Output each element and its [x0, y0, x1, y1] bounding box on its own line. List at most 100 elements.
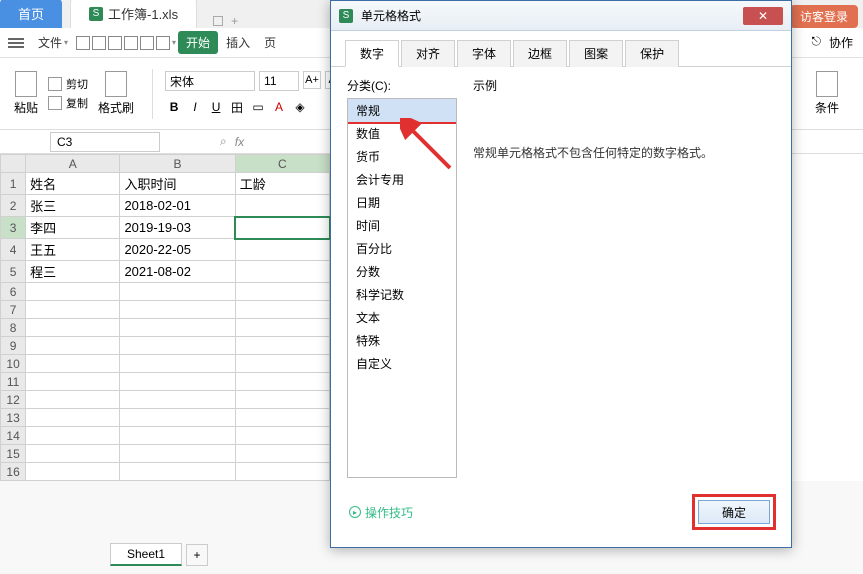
name-box[interactable]: C3 [50, 132, 160, 152]
cell[interactable]: 2018-02-01 [120, 195, 235, 217]
dialog-tab-1[interactable]: 对齐 [401, 40, 455, 67]
cell[interactable] [235, 217, 329, 239]
start-menu[interactable]: 开始 [178, 31, 218, 54]
row-header[interactable]: 16 [1, 463, 26, 481]
bold-button[interactable]: B [165, 98, 183, 116]
guest-login-button[interactable]: 访客登录 [790, 5, 858, 28]
add-sheet-button[interactable]: + [186, 544, 208, 566]
plus-icon[interactable]: + [231, 14, 238, 28]
search-icon[interactable]: ⌕ [220, 134, 227, 149]
cell[interactable] [120, 373, 235, 391]
conditional-format-button[interactable]: 条件 [809, 69, 845, 118]
cell[interactable] [120, 427, 235, 445]
category-item[interactable]: 会计专用 [348, 168, 456, 191]
paste-button[interactable]: 粘贴 [8, 69, 44, 118]
cell[interactable] [235, 261, 329, 283]
collab-icon[interactable]: ⎋ [811, 34, 821, 51]
row-header[interactable]: 7 [1, 301, 26, 319]
cell[interactable] [235, 373, 329, 391]
category-item[interactable]: 分数 [348, 260, 456, 283]
dot-icon[interactable] [213, 16, 223, 26]
toolbar-icon[interactable] [92, 36, 106, 50]
category-item[interactable]: 货币 [348, 145, 456, 168]
category-item[interactable]: 日期 [348, 191, 456, 214]
category-item[interactable]: 常规 [348, 99, 456, 122]
column-header[interactable]: A [26, 155, 120, 173]
font-color-button[interactable]: A [270, 98, 288, 116]
fx-icon[interactable]: fx [235, 135, 244, 149]
cell[interactable] [26, 319, 120, 337]
home-tab[interactable]: 首页 [0, 0, 62, 28]
dialog-tab-5[interactable]: 保护 [625, 40, 679, 67]
cell[interactable] [26, 445, 120, 463]
column-header[interactable]: C [235, 155, 329, 173]
cell[interactable] [235, 239, 329, 261]
chevron-down-icon[interactable]: ▾ [172, 38, 176, 47]
more-font-button[interactable]: ◈ [291, 98, 309, 116]
underline-button[interactable]: U [207, 98, 225, 116]
collab-label[interactable]: 协作 [829, 34, 853, 51]
category-list[interactable]: 常规数值货币会计专用日期时间百分比分数科学记数文本特殊自定义 [347, 98, 457, 478]
row-header[interactable]: 1 [1, 173, 26, 195]
dialog-tab-4[interactable]: 图案 [569, 40, 623, 67]
ok-button[interactable]: 确定 [698, 500, 770, 524]
cell[interactable] [120, 337, 235, 355]
row-header[interactable]: 4 [1, 239, 26, 261]
cell[interactable] [120, 301, 235, 319]
row-header[interactable]: 10 [1, 355, 26, 373]
workbook-tab[interactable]: S 工作簿-1.xls [70, 0, 197, 28]
cell[interactable] [120, 319, 235, 337]
cell[interactable] [235, 463, 329, 481]
row-header[interactable]: 3 [1, 217, 26, 239]
row-header[interactable]: 6 [1, 283, 26, 301]
cell[interactable] [235, 427, 329, 445]
row-header[interactable]: 12 [1, 391, 26, 409]
toolbar-icon[interactable] [76, 36, 90, 50]
cell[interactable] [235, 391, 329, 409]
sheet-tab[interactable]: Sheet1 [110, 543, 182, 566]
dialog-tab-0[interactable]: 数字 [345, 40, 399, 67]
dialog-tab-2[interactable]: 字体 [457, 40, 511, 67]
toolbar-icon[interactable] [140, 36, 154, 50]
cell[interactable]: 2021-08-02 [120, 261, 235, 283]
category-item[interactable]: 时间 [348, 214, 456, 237]
font-name-combo[interactable] [165, 71, 255, 91]
category-item[interactable]: 数值 [348, 122, 456, 145]
cell[interactable] [26, 373, 120, 391]
insert-menu[interactable]: 插入 [220, 31, 256, 54]
cell[interactable]: 姓名 [26, 173, 120, 195]
cell[interactable] [235, 355, 329, 373]
row-header[interactable]: 11 [1, 373, 26, 391]
italic-button[interactable]: I [186, 98, 204, 116]
cell[interactable] [235, 319, 329, 337]
close-button[interactable]: ✕ [743, 7, 783, 25]
row-header[interactable]: 15 [1, 445, 26, 463]
row-header[interactable]: 14 [1, 427, 26, 445]
cell[interactable] [120, 463, 235, 481]
cell[interactable] [235, 301, 329, 319]
category-item[interactable]: 自定义 [348, 352, 456, 375]
toolbar-icon[interactable] [124, 36, 138, 50]
cell[interactable] [26, 301, 120, 319]
page-menu[interactable]: 页 [258, 31, 282, 54]
column-header[interactable]: B [120, 155, 235, 173]
cell[interactable] [235, 445, 329, 463]
row-header[interactable]: 8 [1, 319, 26, 337]
row-header[interactable]: 5 [1, 261, 26, 283]
row-header[interactable]: 9 [1, 337, 26, 355]
cell[interactable] [26, 283, 120, 301]
hamburger-icon[interactable] [8, 38, 24, 48]
cell[interactable] [26, 427, 120, 445]
cell[interactable] [120, 355, 235, 373]
border-button[interactable]: 田 [228, 98, 246, 116]
font-size-combo[interactable] [259, 71, 299, 91]
row-header[interactable]: 2 [1, 195, 26, 217]
cell[interactable]: 2019-19-03 [120, 217, 235, 239]
cell[interactable] [120, 391, 235, 409]
row-header[interactable]: 13 [1, 409, 26, 427]
cell[interactable] [235, 283, 329, 301]
select-all-corner[interactable] [1, 155, 26, 173]
toolbar-icon[interactable] [156, 36, 170, 50]
format-painter-button[interactable]: 格式刷 [92, 69, 140, 118]
increase-font-button[interactable]: A+ [303, 71, 321, 89]
